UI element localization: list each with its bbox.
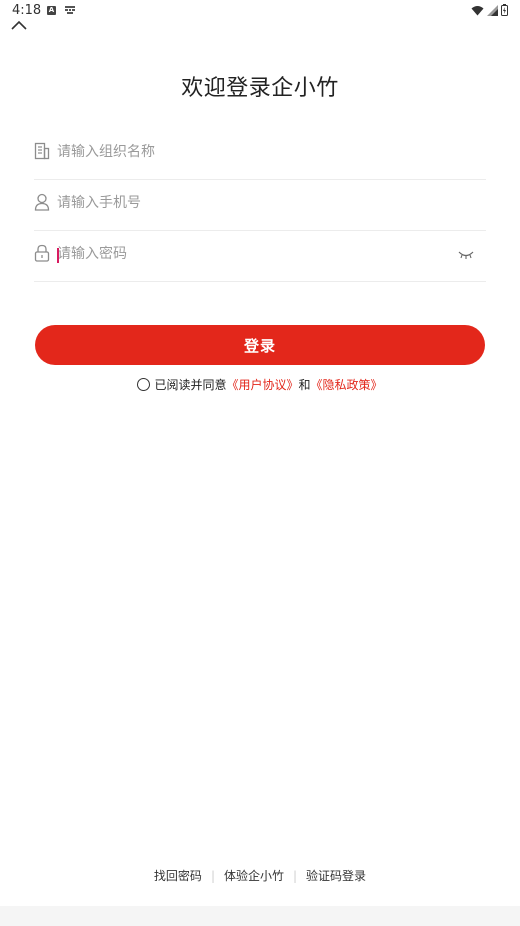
chevron-up-icon: [11, 20, 27, 30]
status-bar: 4:18 A: [0, 0, 520, 22]
agreement-row: 已阅读并同意《用户协议》和《隐私政策》: [0, 376, 520, 393]
status-icons: [471, 4, 508, 16]
signal-icon: [487, 4, 498, 16]
sms-login-link[interactable]: 验证码登录: [306, 869, 366, 883]
password-field: [34, 232, 486, 282]
login-button[interactable]: 登录: [35, 325, 485, 365]
app-badge-icon: A: [47, 6, 56, 15]
org-name-input[interactable]: [57, 140, 457, 164]
phone-input[interactable]: [57, 191, 457, 215]
back-button[interactable]: [9, 18, 29, 32]
find-password-link[interactable]: 找回密码: [154, 869, 202, 883]
battery-icon: [501, 4, 508, 16]
building-icon: [34, 142, 50, 160]
try-app-link[interactable]: 体验企小竹: [224, 869, 284, 883]
page-title: 欢迎登录企小竹: [181, 76, 339, 101]
agree-checkbox[interactable]: [137, 378, 151, 391]
wifi-icon: [471, 5, 484, 15]
notification-icon: [65, 6, 75, 14]
footer-separator: |: [210, 869, 215, 883]
footer-links: 找回密码 | 体验企小竹 | 验证码登录: [0, 867, 520, 884]
user-agreement-link[interactable]: 《用户协议》: [226, 378, 298, 392]
agree-and: 和: [298, 378, 311, 392]
status-time: 4:18: [12, 3, 42, 18]
privacy-policy-link[interactable]: 《隐私政策》: [311, 378, 383, 392]
phone-field: [34, 181, 486, 231]
lock-icon: [34, 244, 50, 262]
eye-closed-icon[interactable]: [458, 250, 474, 260]
navigation-bar: [0, 906, 520, 926]
password-input[interactable]: [57, 242, 457, 266]
user-icon: [34, 193, 50, 211]
org-name-field: [34, 130, 486, 180]
agree-prefix: 已阅读并同意: [154, 378, 227, 392]
text-cursor: [57, 248, 59, 263]
footer-separator: |: [293, 869, 298, 883]
